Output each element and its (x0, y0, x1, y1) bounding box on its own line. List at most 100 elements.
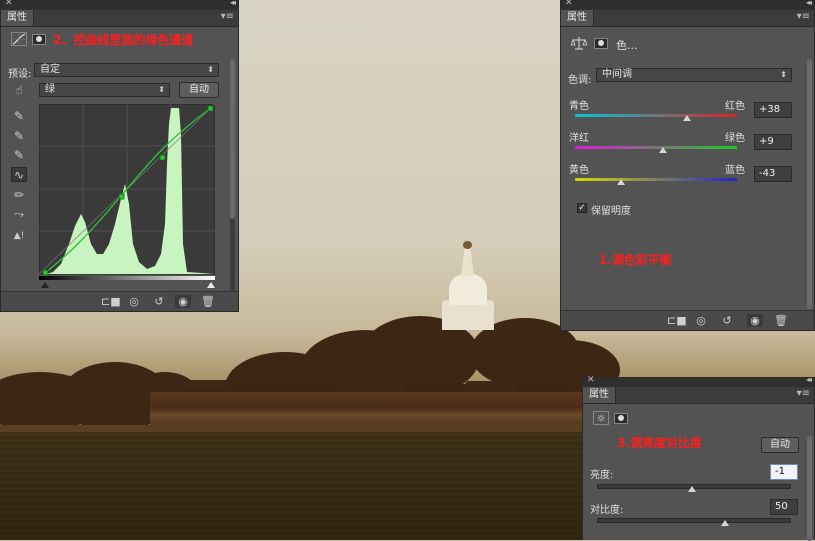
tone-label: 色调: (568, 75, 592, 86)
curve-point[interactable] (118, 193, 125, 200)
view-previous-icon[interactable]: ◎ (693, 314, 709, 327)
mask-button[interactable] (613, 411, 629, 425)
hall-roof (330, 382, 410, 392)
close-icon[interactable]: ✕ (565, 0, 573, 8)
contrast-slider[interactable] (597, 518, 791, 523)
curves-graph[interactable] (39, 104, 215, 288)
preserve-luminosity-label: 保留明度 (591, 206, 631, 217)
curve-point[interactable] (42, 269, 49, 276)
white-dagoba-body (449, 273, 487, 305)
annotation-curves: 2、控曲线里面的绿色通道 (53, 33, 194, 47)
panel-titlebar[interactable]: ✕ ◂◂ (1, 0, 238, 10)
panel-tabbar: 属性 ▾≡ (561, 10, 814, 27)
panel-header: ☼ (583, 404, 814, 428)
panel-menu-icon[interactable]: ▾≡ (797, 11, 810, 22)
panel-footer: ⊏■ ◎ ↺ ◉ 🗑 (561, 310, 814, 330)
panel-menu-icon[interactable]: ▾≡ (221, 11, 234, 22)
magenta-green-slider-thumb[interactable] (659, 147, 668, 153)
clip-to-layer-icon[interactable]: ⊏■ (667, 314, 687, 327)
panel-header: 2、控曲线里面的绿色通道 (1, 27, 238, 51)
panel-tabbar: 属性 ▾≡ (1, 10, 238, 27)
hall-roof (460, 381, 520, 391)
white-point-slider[interactable] (207, 282, 215, 288)
close-icon[interactable]: ✕ (5, 0, 13, 8)
magenta-green-slider[interactable] (575, 146, 737, 149)
eyedropper-icon[interactable]: ✎ (11, 129, 27, 144)
auto-button[interactable]: 自动 (761, 437, 799, 453)
yellow-blue-value[interactable]: -43 (754, 166, 792, 182)
panel-title: 色... (616, 39, 638, 52)
slider-right-label: 绿色 (725, 133, 745, 144)
tone-dropdown[interactable]: 中间调 ⬍ (596, 68, 792, 82)
smooth-icon[interactable]: ⤳ (11, 207, 27, 222)
eyedropper-icon[interactable]: ✎ (11, 109, 27, 124)
cyan-red-slider[interactable] (575, 114, 737, 117)
panel-scrollbar[interactable] (807, 436, 812, 541)
dropdown-arrow-icon: ⬍ (158, 85, 165, 94)
panel-titlebar[interactable]: ✕ ◂◂ (583, 375, 814, 387)
preset-dropdown[interactable]: 自定 ⬍ (34, 63, 219, 77)
black-point-slider[interactable] (41, 282, 49, 288)
slider-right-label: 红色 (725, 101, 745, 112)
tone-value: 中间调 (602, 69, 632, 80)
slider-right-label: 蓝色 (725, 165, 745, 176)
reset-icon[interactable]: ↺ (151, 295, 167, 308)
preset-label: 预设: (8, 69, 32, 80)
panel-scrollbar[interactable] (230, 59, 235, 291)
eyedropper-icon[interactable]: ✎ (11, 148, 27, 163)
clip-to-layer-icon[interactable]: ⊏■ (101, 295, 121, 308)
mask-button[interactable] (31, 32, 47, 46)
clipping-warning-icon[interactable]: ▲! (11, 229, 27, 244)
panel-menu-icon[interactable]: ▾≡ (797, 388, 810, 399)
preset-value: 自定 (40, 64, 60, 75)
brightness-label: 亮度: (590, 470, 614, 481)
tab-properties[interactable]: 属性 (583, 387, 616, 403)
yellow-blue-slider-thumb[interactable] (617, 179, 626, 185)
tab-properties[interactable]: 属性 (561, 10, 594, 26)
brightness-slider-thumb[interactable] (688, 486, 697, 492)
cyan-red-value[interactable]: +38 (754, 102, 792, 118)
collapse-icon[interactable]: ◂◂ (806, 375, 812, 384)
preserve-luminosity-checkbox[interactable]: ✓ (577, 203, 587, 213)
magenta-green-value[interactable]: +9 (754, 134, 792, 150)
trash-icon[interactable]: 🗑 (200, 295, 216, 308)
visibility-eye-icon[interactable]: ◉ (175, 295, 191, 308)
hand-target-icon[interactable]: ☝ (11, 83, 27, 98)
brightness-input[interactable]: -1 (770, 464, 798, 480)
panel-titlebar[interactable]: ✕ ◂◂ (561, 0, 814, 10)
close-icon[interactable]: ✕ (587, 375, 595, 385)
trash-icon[interactable]: 🗑 (773, 314, 789, 327)
scrollbar-thumb[interactable] (230, 59, 235, 219)
hall-roof (175, 380, 235, 390)
tab-properties[interactable]: 属性 (1, 10, 34, 26)
collapse-icon[interactable]: ◂◂ (230, 0, 236, 7)
curve-point-icon[interactable]: ∿ (11, 167, 27, 182)
sun-icon: ☼ (593, 411, 609, 425)
channel-value: 绿 (45, 84, 55, 95)
color-balance-properties-panel: ✕ ◂◂ 属性 ▾≡ 色... 色调: 中间调 ⬍ 青色 红色 +38 洋红 绿色… (560, 0, 815, 331)
reset-icon[interactable]: ↺ (719, 314, 735, 327)
cyan-red-slider-thumb[interactable] (682, 115, 691, 121)
panel-scrollbar[interactable] (807, 59, 812, 309)
scrollbar-thumb[interactable] (807, 436, 812, 541)
curve-point[interactable] (207, 105, 214, 112)
dropdown-arrow-icon: ⬍ (780, 70, 787, 79)
white-dagoba-top (463, 241, 472, 249)
channel-dropdown[interactable]: 绿 ⬍ (39, 83, 170, 97)
white-dagoba-spire (461, 246, 474, 276)
mask-button[interactable] (593, 36, 609, 50)
scrollbar-thumb[interactable] (807, 59, 812, 309)
mask-icon (32, 33, 46, 45)
contrast-input[interactable]: 50 (770, 499, 798, 515)
yellow-blue-slider[interactable] (575, 178, 737, 181)
contrast-slider-thumb[interactable] (721, 520, 729, 526)
pencil-icon[interactable]: ✏ (11, 188, 27, 203)
dropdown-arrow-icon: ⬍ (207, 65, 214, 74)
annotation-brightness-contrast: 3.调亮度对比度 (617, 436, 702, 450)
auto-button[interactable]: 自动 (179, 82, 219, 98)
curve-point[interactable] (159, 154, 166, 161)
collapse-icon[interactable]: ◂◂ (806, 0, 812, 7)
view-previous-icon[interactable]: ◎ (126, 295, 142, 308)
visibility-eye-icon[interactable]: ◉ (747, 314, 763, 327)
panel-tabbar: 属性 ▾≡ (583, 387, 814, 404)
